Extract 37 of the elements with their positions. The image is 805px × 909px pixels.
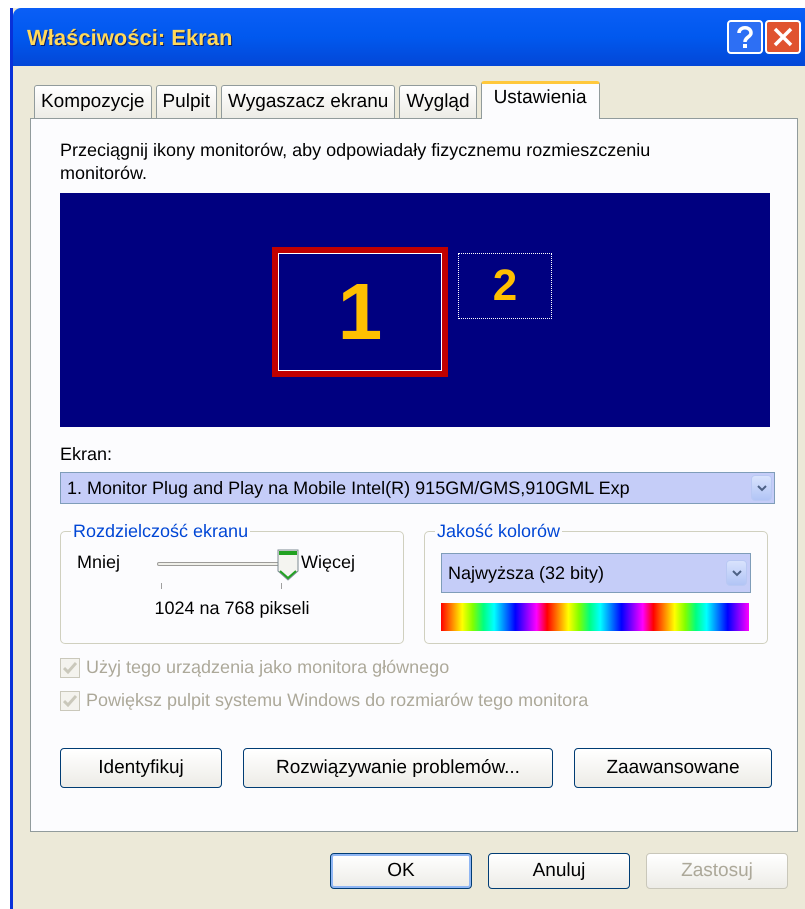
display-label: Ekran:	[60, 443, 114, 466]
help-button[interactable]	[727, 20, 763, 54]
color-quality-value: Najwyższa (32 bity)	[448, 562, 606, 585]
panel-button[interactable]: Identyfikuj	[60, 748, 222, 788]
dropdown-button[interactable]	[726, 560, 747, 586]
tab[interactable]: Wygląd	[399, 85, 477, 118]
group-legend: Jakość kolorów	[435, 518, 562, 545]
caret-icon	[732, 570, 742, 576]
display-dropdown[interactable]: 1. Monitor Plug and Play na Mobile Intel(R) 915GM/GMS,910GML Exp	[60, 472, 775, 504]
display-value: 1. Monitor Plug and Play na Mobile Intel(R) 915GM/GMS,910GML Exp	[67, 476, 631, 500]
panel-button[interactable]: Zaawansowane	[574, 748, 772, 788]
monitor-icon[interactable]: 1	[272, 247, 448, 377]
help-icon	[736, 25, 754, 49]
tab[interactable]: Pulpit	[156, 85, 218, 118]
color-quality-dropdown[interactable]: Najwyższa (32 bity)	[441, 553, 751, 593]
ok-button[interactable]: OK	[330, 853, 472, 889]
instruction-text: Przeciągnij ikony monitorów, aby odpowiadały fizycznemu rozmieszczeniu monitorów.	[60, 139, 652, 185]
close-icon	[772, 26, 794, 48]
checkbox-label: Użyj tego urządzenia jako monitora głównego	[86, 656, 450, 679]
window-title: Właściwości: Ekran	[27, 24, 234, 52]
checkmark-icon	[63, 662, 77, 674]
monitor-icon[interactable]: 2	[458, 253, 552, 319]
slider-min-label: Mniej	[77, 551, 122, 574]
tab[interactable]: Ustawienia	[480, 81, 600, 119]
checkmark-icon	[63, 694, 77, 706]
group-legend: Rozdzielczość ekranu	[71, 518, 250, 545]
caret-icon	[756, 484, 766, 492]
checkbox-label: Powiększ pulpit systemu Windows do rozmiarów tego monitora	[86, 689, 588, 712]
panel-button[interactable]: Rozwiązywanie problemów...	[243, 748, 553, 788]
dialog-button[interactable]: Anuluj	[488, 853, 630, 889]
slider-max-label: Więcej	[301, 551, 356, 574]
close-button[interactable]	[765, 20, 801, 54]
resolution-reading: 1024 na 768 pikseli	[154, 597, 310, 620]
tab[interactable]: Kompozycje	[34, 85, 152, 118]
tab[interactable]: Wygaszacz ekranu	[221, 85, 396, 118]
slider-thumb[interactable]	[277, 549, 299, 581]
dropdown-button[interactable]	[751, 475, 772, 501]
